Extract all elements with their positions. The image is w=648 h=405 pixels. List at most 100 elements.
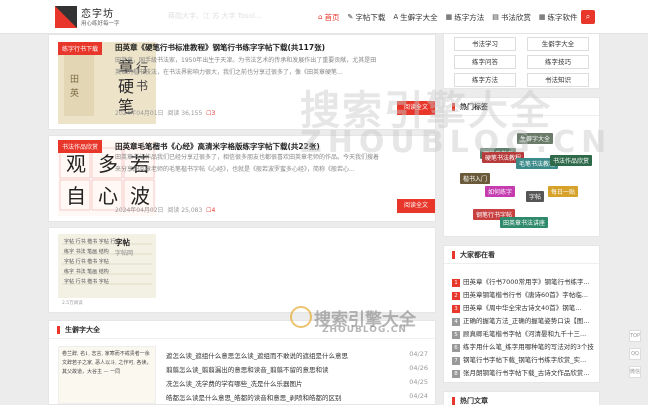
- category-button[interactable]: 练字问答: [454, 55, 516, 69]
- hot-list-item[interactable]: 7 钢笔行书字帖下载_钢笔行书练字欣赏_实...: [452, 354, 594, 365]
- hot-panel: 大家都在看 1 田英章《行书7000常用字》钢笔行书练字... 2 田英章钢笔楷书行书…: [443, 245, 600, 383]
- rank-badge: 2: [452, 292, 460, 300]
- nav-item[interactable]: ⌂ 首页: [318, 10, 339, 24]
- panel-header: 热门标签: [444, 98, 599, 116]
- hot-item-title: 钢笔行书字帖下载_钢笔行书练字欣赏_实...: [463, 356, 587, 364]
- post-title[interactable]: 字帖: [115, 237, 381, 248]
- nav-item[interactable]: A 生僻字大全: [393, 10, 437, 24]
- hot-list-item[interactable]: 8 张月朗钢笔行书字帖下载_古诗文作品欣赏...: [452, 367, 594, 378]
- nav-item[interactable]: ▦ 练字软件: [539, 10, 578, 24]
- bottom-panel: 热门文章: [443, 391, 600, 405]
- read-more-button[interactable]: 阅读全文: [397, 101, 435, 115]
- post-category-tag[interactable]: 书法作品欣赏: [58, 140, 103, 153]
- qq-button[interactable]: QQ: [629, 348, 641, 360]
- search-icon: ⌕: [585, 12, 591, 21]
- hot-list-item[interactable]: 5 顾真卿毛笔楷书字帖《河清晏和九千十三...: [452, 328, 594, 339]
- panel-header: 大家都在看: [444, 246, 599, 264]
- svg-text:字帖 行书 楷书 字帖: 字帖 行书 楷书 字帖: [64, 258, 109, 265]
- tag-link[interactable]: 田英章书法讲座: [500, 217, 549, 228]
- category-button[interactable]: 书法学习: [454, 37, 516, 51]
- post-excerpt: 田英章书法作品我们已经分享过很多了，相信很多朋友也都很喜欢田英章老师的作品。今天…: [115, 154, 380, 173]
- post-meta: 2024年04月01日 阅读 36,155 ☐3: [115, 108, 215, 117]
- category-button[interactable]: 练字方法: [454, 73, 516, 87]
- tag-link[interactable]: 字帖: [526, 191, 545, 202]
- dict-item-title: 冼怎么读_冼学费的学有哪些_冼是什么乐器图片: [166, 380, 303, 388]
- dict-list-item[interactable]: 遮怎么读_遮组什么意思怎么读_遮组而不敢说的遮组是什么意思 04/27: [166, 350, 428, 362]
- post-title[interactable]: 田英章毛笔楷书《心经》高清米字格版练字字帖下载(共22张): [115, 141, 381, 152]
- nav-item[interactable]: ▤ 书法欣赏: [492, 10, 531, 24]
- home-icon: ⌂: [318, 13, 323, 21]
- tag-link[interactable]: 如何练字: [485, 186, 516, 197]
- dict-item-date: 04/26: [409, 364, 428, 372]
- post-excerpt: 田英章，国手级书法家，1950年出生于天津。为书法艺术的传承和发展作出了重要贡献…: [115, 57, 377, 76]
- category-panel: 书法学习 生僻字大全 练字问答 练字技巧 练字方法 书法知识: [443, 34, 600, 89]
- svg-text:田: 田: [70, 74, 79, 85]
- dict-thumbnail[interactable]: 卷兰辞, 名1, 志言, 家寒而不戒贵者一余文辞若子之家, 恶人以斗, 之作可,…: [58, 346, 156, 404]
- logo-title[interactable]: 恋字坊: [81, 5, 114, 20]
- panel-title[interactable]: 生僻字大全: [65, 325, 100, 335]
- rank-badge: 4: [452, 318, 460, 326]
- dict-item-date: 04/24: [409, 392, 428, 400]
- hot-list-item[interactable]: 2 田英章钢笔楷书行书《唐诗60首》字帖临...: [452, 289, 594, 300]
- panel-title[interactable]: 大家都在看: [460, 250, 495, 260]
- category-button[interactable]: 书法知识: [527, 73, 589, 87]
- read-more-button[interactable]: 阅读全文: [397, 199, 435, 213]
- logo-icon[interactable]: [55, 6, 77, 28]
- dict-list-item[interactable]: 冼怎么读_冼学费的学有哪些_冼是什么乐器图片 04/25: [166, 378, 428, 390]
- thumb-caption: 2.5万阅读: [62, 301, 83, 306]
- tag-link[interactable]: 每日一贴: [548, 186, 579, 197]
- hot-list-item[interactable]: 3 田英章《周中华全宋古诗文40首》钢笔...: [452, 302, 594, 313]
- scroll-top-button[interactable]: TOP: [629, 330, 641, 342]
- post-comments[interactable]: 3: [212, 110, 216, 117]
- dict-item-title: 遮怎么读_遮组什么意思怎么读_遮组而不敢说的遮组是什么意思: [166, 352, 348, 360]
- hot-list-item[interactable]: 4 正确的握笔方法_正确的握笔姿势口诀【图...: [452, 315, 594, 326]
- watermark-logo-icon: [290, 306, 312, 328]
- category-button[interactable]: 练字技巧: [527, 55, 589, 69]
- rank-badge: 8: [452, 370, 460, 378]
- rank-badge: 1: [452, 279, 460, 287]
- nav-item[interactable]: ▦ 练字方法: [446, 10, 485, 24]
- svg-text:英: 英: [70, 87, 79, 99]
- svg-text:练字 书法 笔画 结构: 练字 书法 笔画 结构: [64, 268, 109, 275]
- post-title[interactable]: 田英章《硬笔行书标准教程》钢笔行书练字字帖下载(共117张): [115, 42, 381, 53]
- post-category-tag[interactable]: 练字行书下载: [58, 42, 103, 55]
- wechat-button[interactable]: 微信: [629, 366, 641, 378]
- hot-item-title: 田英章《周中华全宋古诗文40首》钢笔...: [463, 304, 582, 312]
- svg-text:字帖 行书 楷书 字帖 行书: 字帖 行书 楷书 字帖 行书: [64, 238, 120, 245]
- dict-item-title: 皓都怎么读是什么意思_皓都的读音和意思_剥喷和皓都的区别: [166, 394, 342, 402]
- rank-badge: 7: [452, 357, 460, 365]
- hot-list-item[interactable]: 1 田英章《行书7000常用字》钢笔行书练字...: [452, 276, 594, 287]
- post-comments[interactable]: 4: [212, 207, 216, 214]
- nav-label: 练字方法: [454, 12, 485, 22]
- site-header: 恋字坊 用心练好每一字 蒋勋大字、江 苏 大字 Tosol... ⌂ 首页 ✎ 字帖下…: [0, 0, 648, 34]
- svg-text:自: 自: [66, 184, 86, 208]
- dict-list-item[interactable]: 翦翦怎么读_翦翦漏出的意思和读音_翦翦不留的意思和读 04/26: [166, 364, 428, 376]
- tag-link[interactable]: 生僻字大全: [517, 133, 554, 144]
- nav-label: 首页: [324, 12, 340, 22]
- panel-title[interactable]: 热门标签: [460, 102, 488, 112]
- nav-label: 生僻字大全: [400, 12, 438, 22]
- hot-item-title: 正确的握笔方法_正确的握笔姿势口诀【图...: [463, 317, 590, 325]
- dict-list-item[interactable]: 皓都怎么读是什么意思_皓都的读音和意思_剥喷和皓都的区别 04/24: [166, 392, 428, 404]
- search-button[interactable]: ⌕: [581, 10, 595, 24]
- rank-badge: 3: [452, 305, 460, 313]
- panel-header: 热门文章: [444, 392, 599, 405]
- nav-item[interactable]: ✎ 字帖下载: [347, 10, 385, 24]
- tag-link[interactable]: 书法作品欣赏: [550, 155, 593, 166]
- tags-panel: 热门标签 生僻字大全田英章楷书硬笔书法教程毛笔书法教程书法作品欣赏楷书入门如何练…: [443, 97, 600, 237]
- panel-title[interactable]: 热门文章: [460, 396, 488, 405]
- dict-item-title: 翦翦怎么读_翦翦漏出的意思和读音_翦翦不留的意思和读: [166, 366, 329, 374]
- hot-list-item[interactable]: 6 练字用什么笔_练字用哪种笔的写法对的3个技...: [452, 341, 594, 352]
- font-icon: A: [393, 13, 399, 21]
- book-icon: ▤: [492, 13, 499, 21]
- hot-item-title: 田英章钢笔楷书行书《唐诗60首》字帖临...: [463, 291, 588, 299]
- category-button[interactable]: 生僻字大全: [527, 37, 589, 51]
- tag-link[interactable]: 楷书入门: [460, 173, 491, 184]
- rank-badge: 5: [452, 331, 460, 339]
- post-excerpt: 字帖网: [115, 250, 134, 257]
- logo-subtitle: 用心练好每一字: [81, 21, 120, 27]
- main-nav: ⌂ 首页 ✎ 字帖下载 A 生僻字大全 ▦ 练字方法 ▤ 书法欣赏 ▦ 练字软件: [318, 10, 578, 24]
- hot-item-title: 练字用什么笔_练字用哪种笔的写法对的3个技...: [463, 343, 594, 351]
- svg-text:字帖 行书 楷书 字帖: 字帖 行书 楷书 字帖: [64, 278, 109, 285]
- rank-badge: 6: [452, 344, 460, 352]
